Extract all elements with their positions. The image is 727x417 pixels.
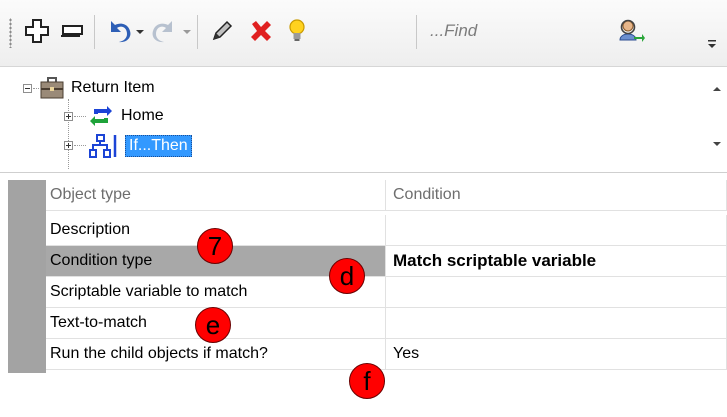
find-input[interactable] xyxy=(424,14,620,48)
briefcase-icon xyxy=(40,77,64,99)
property-value[interactable]: Yes xyxy=(386,339,727,370)
loop-arrows-icon xyxy=(90,106,112,126)
collapse-icon xyxy=(61,25,83,37)
tree-connector xyxy=(74,116,86,118)
tree-node-label: Return Item xyxy=(71,79,155,96)
undo-icon xyxy=(111,21,131,43)
toolbar-grip[interactable] xyxy=(9,18,12,48)
annotation-marker-d: d xyxy=(329,258,365,294)
property-row-text-to-match[interactable]: Text-to-match xyxy=(46,308,727,339)
tree-connector xyxy=(74,145,86,147)
tree-scrollbar[interactable] xyxy=(707,67,727,172)
property-value[interactable] xyxy=(386,215,727,246)
edit-button[interactable] xyxy=(205,12,239,50)
object-tree[interactable]: Return Item Home If...Then xyxy=(0,67,727,173)
tree-node-label: If...Then xyxy=(125,135,192,157)
pencil-icon xyxy=(212,20,233,41)
undo-dropdown-icon[interactable] xyxy=(135,28,145,36)
tree-connector xyxy=(68,99,70,169)
hint-button[interactable] xyxy=(280,12,314,50)
tree-collapse-toggle[interactable] xyxy=(23,84,32,93)
property-value[interactable]: Match scriptable variable xyxy=(386,246,727,277)
property-row-scriptable-variable[interactable]: Scriptable variable to match xyxy=(46,277,727,308)
add-node-icon xyxy=(25,19,49,43)
redo-dropdown-icon[interactable] xyxy=(182,28,192,36)
undo-button[interactable] xyxy=(101,12,135,50)
tree-expand-toggle[interactable] xyxy=(64,112,73,121)
property-grid: Object type Condition Description Condit… xyxy=(8,180,727,373)
annotation-marker-e: e xyxy=(195,307,231,343)
property-value: Condition xyxy=(386,180,727,211)
tree-expand-toggle[interactable] xyxy=(64,141,73,150)
property-row-description[interactable]: Description xyxy=(46,215,727,246)
property-value[interactable] xyxy=(386,277,727,308)
redo-icon xyxy=(152,21,172,43)
scroll-down-icon[interactable] xyxy=(710,139,724,149)
toolbar-separator xyxy=(94,15,95,49)
annotation-marker-f: f xyxy=(349,363,385,399)
find-person-icon xyxy=(619,19,645,42)
toolbar-overflow-icon[interactable] xyxy=(705,36,719,50)
redo-button[interactable] xyxy=(148,12,182,50)
property-row-object-type[interactable]: Object type Condition xyxy=(46,180,727,211)
tree-node-if-then[interactable]: If...Then xyxy=(88,133,192,159)
collapse-button[interactable] xyxy=(55,12,89,50)
lightbulb-icon xyxy=(289,19,305,41)
tree-node-home[interactable]: Home xyxy=(88,103,164,129)
annotation-marker-7: 7 xyxy=(197,228,233,264)
delete-button[interactable] xyxy=(244,12,278,50)
find-button[interactable] xyxy=(614,12,648,50)
property-name: Run the child objects if match? xyxy=(46,339,386,370)
scroll-up-icon[interactable] xyxy=(710,84,724,94)
property-name: Object type xyxy=(46,180,386,211)
toolbar-separator xyxy=(197,15,198,49)
property-row-run-child-objects[interactable]: Run the child objects if match? Yes xyxy=(46,339,727,370)
property-grid-gutter xyxy=(8,180,46,373)
tree-node-label: Home xyxy=(121,107,164,124)
tree-node-root[interactable]: Return Item xyxy=(39,75,155,101)
property-value[interactable] xyxy=(386,308,727,339)
delete-icon xyxy=(251,21,271,41)
toolbar xyxy=(0,0,727,67)
branch-icon xyxy=(89,134,117,158)
property-row-condition-type[interactable]: Condition type Match scriptable variable xyxy=(46,246,727,277)
toolbar-separator xyxy=(416,15,417,49)
add-node-button[interactable] xyxy=(20,12,54,50)
